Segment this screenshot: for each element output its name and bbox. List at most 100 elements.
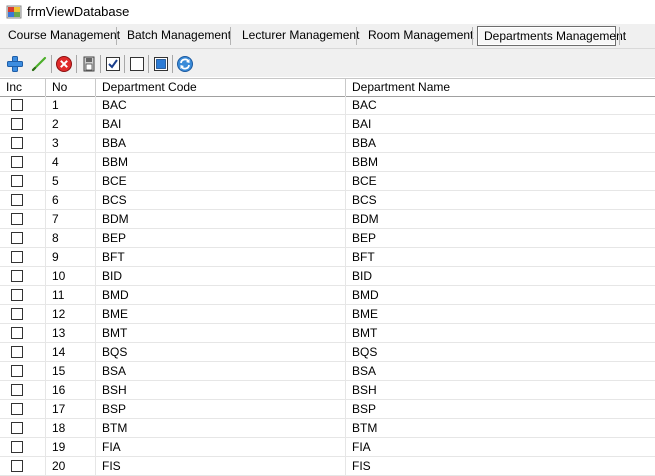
- include-checkbox[interactable]: [11, 346, 23, 358]
- department-code-cell[interactable]: BDM: [96, 210, 346, 228]
- department-name-cell[interactable]: BSH: [346, 381, 655, 399]
- tab-room-management[interactable]: Room Management: [362, 26, 479, 46]
- department-name-cell[interactable]: BCS: [346, 191, 655, 209]
- include-checkbox[interactable]: [11, 365, 23, 377]
- table-row[interactable]: 1 BAC BAC: [0, 96, 655, 115]
- table-row[interactable]: 2 BAI BAI: [0, 115, 655, 134]
- include-checkbox[interactable]: [11, 99, 23, 111]
- department-name-cell[interactable]: BEP: [346, 229, 655, 247]
- department-code-cell[interactable]: BFT: [96, 248, 346, 266]
- column-header-department-name[interactable]: Department Name: [346, 79, 655, 96]
- include-checkbox[interactable]: [11, 175, 23, 187]
- department-name-cell[interactable]: BMT: [346, 324, 655, 342]
- include-checkbox[interactable]: [11, 156, 23, 168]
- table-row[interactable]: 19 FIA FIA: [0, 438, 655, 457]
- tab-lecturer-management[interactable]: Lecturer Management: [236, 26, 365, 46]
- tab-departments-management[interactable]: Departments Management: [477, 26, 626, 46]
- include-checkbox[interactable]: [11, 194, 23, 206]
- column-header-no[interactable]: No: [46, 79, 96, 96]
- save-button[interactable]: [79, 54, 99, 74]
- include-checkbox[interactable]: [11, 289, 23, 301]
- department-code-cell[interactable]: BSA: [96, 362, 346, 380]
- table-row[interactable]: 8 BEP BEP: [0, 229, 655, 248]
- department-code-cell[interactable]: FIS: [96, 457, 346, 475]
- department-code-cell[interactable]: BCS: [96, 191, 346, 209]
- department-name-cell[interactable]: BFT: [346, 248, 655, 266]
- table-row[interactable]: 17 BSP BSP: [0, 400, 655, 419]
- title-bar[interactable]: frmViewDatabase: [0, 0, 655, 24]
- department-name-cell[interactable]: BCE: [346, 172, 655, 190]
- table-row[interactable]: 15 BSA BSA: [0, 362, 655, 381]
- department-code-cell[interactable]: BBM: [96, 153, 346, 171]
- department-code-cell[interactable]: BBA: [96, 134, 346, 152]
- include-checkbox[interactable]: [11, 403, 23, 415]
- table-row[interactable]: 16 BSH BSH: [0, 381, 655, 400]
- table-row[interactable]: 5 BCE BCE: [0, 172, 655, 191]
- department-name-cell[interactable]: BDM: [346, 210, 655, 228]
- department-name-cell[interactable]: BID: [346, 267, 655, 285]
- department-name-cell[interactable]: FIS: [346, 457, 655, 475]
- department-name-cell[interactable]: BSP: [346, 400, 655, 418]
- add-button[interactable]: [5, 54, 25, 74]
- departments-grid[interactable]: Inc No Department Code Department Name 1…: [0, 78, 655, 476]
- department-name-cell[interactable]: BBA: [346, 134, 655, 152]
- department-code-cell[interactable]: BEP: [96, 229, 346, 247]
- table-row[interactable]: 20 FIS FIS: [0, 457, 655, 476]
- tab-course-management[interactable]: Course Management: [2, 26, 126, 46]
- department-code-cell[interactable]: BID: [96, 267, 346, 285]
- preview-button[interactable]: [151, 54, 171, 74]
- include-checkbox[interactable]: [11, 308, 23, 320]
- include-checkbox[interactable]: [11, 118, 23, 130]
- include-checkbox[interactable]: [11, 327, 23, 339]
- table-row[interactable]: 18 BTM BTM: [0, 419, 655, 438]
- uncheck-all-button[interactable]: [127, 54, 147, 74]
- department-name-cell[interactable]: BAI: [346, 115, 655, 133]
- column-header-inc[interactable]: Inc: [0, 79, 46, 96]
- department-code-cell[interactable]: BTM: [96, 419, 346, 437]
- include-checkbox[interactable]: [11, 137, 23, 149]
- refresh-button[interactable]: [175, 54, 195, 74]
- department-code-cell[interactable]: BCE: [96, 172, 346, 190]
- department-name-cell[interactable]: BQS: [346, 343, 655, 361]
- department-code-cell[interactable]: BAC: [96, 96, 346, 114]
- department-name-cell[interactable]: BME: [346, 305, 655, 323]
- include-checkbox[interactable]: [11, 441, 23, 453]
- include-checkbox[interactable]: [11, 213, 23, 225]
- department-code-cell[interactable]: BSP: [96, 400, 346, 418]
- row-number: 20: [46, 457, 96, 475]
- department-name-cell[interactable]: BSA: [346, 362, 655, 380]
- include-checkbox[interactable]: [11, 422, 23, 434]
- include-checkbox[interactable]: [11, 251, 23, 263]
- department-name-cell[interactable]: BBM: [346, 153, 655, 171]
- include-checkbox[interactable]: [11, 384, 23, 396]
- table-row[interactable]: 4 BBM BBM: [0, 153, 655, 172]
- department-name-cell[interactable]: BAC: [346, 96, 655, 114]
- tab-batch-management[interactable]: Batch Management: [121, 26, 237, 46]
- department-name-cell[interactable]: BTM: [346, 419, 655, 437]
- check-all-button[interactable]: [103, 54, 123, 74]
- table-row[interactable]: 3 BBA BBA: [0, 134, 655, 153]
- edit-button[interactable]: [29, 54, 49, 74]
- table-row[interactable]: 10 BID BID: [0, 267, 655, 286]
- include-checkbox[interactable]: [11, 460, 23, 472]
- table-row[interactable]: 13 BMT BMT: [0, 324, 655, 343]
- department-name-cell[interactable]: BMD: [346, 286, 655, 304]
- department-code-cell[interactable]: BQS: [96, 343, 346, 361]
- include-checkbox[interactable]: [11, 270, 23, 282]
- include-checkbox[interactable]: [11, 232, 23, 244]
- column-header-department-code[interactable]: Department Code: [96, 79, 346, 96]
- delete-button[interactable]: [54, 54, 74, 74]
- department-code-cell[interactable]: BAI: [96, 115, 346, 133]
- department-name-cell[interactable]: FIA: [346, 438, 655, 456]
- department-code-cell[interactable]: BSH: [96, 381, 346, 399]
- department-code-cell[interactable]: BMD: [96, 286, 346, 304]
- table-row[interactable]: 9 BFT BFT: [0, 248, 655, 267]
- table-row[interactable]: 14 BQS BQS: [0, 343, 655, 362]
- table-row[interactable]: 6 BCS BCS: [0, 191, 655, 210]
- department-code-cell[interactable]: FIA: [96, 438, 346, 456]
- department-code-cell[interactable]: BMT: [96, 324, 346, 342]
- table-row[interactable]: 7 BDM BDM: [0, 210, 655, 229]
- table-row[interactable]: 12 BME BME: [0, 305, 655, 324]
- table-row[interactable]: 11 BMD BMD: [0, 286, 655, 305]
- department-code-cell[interactable]: BME: [96, 305, 346, 323]
